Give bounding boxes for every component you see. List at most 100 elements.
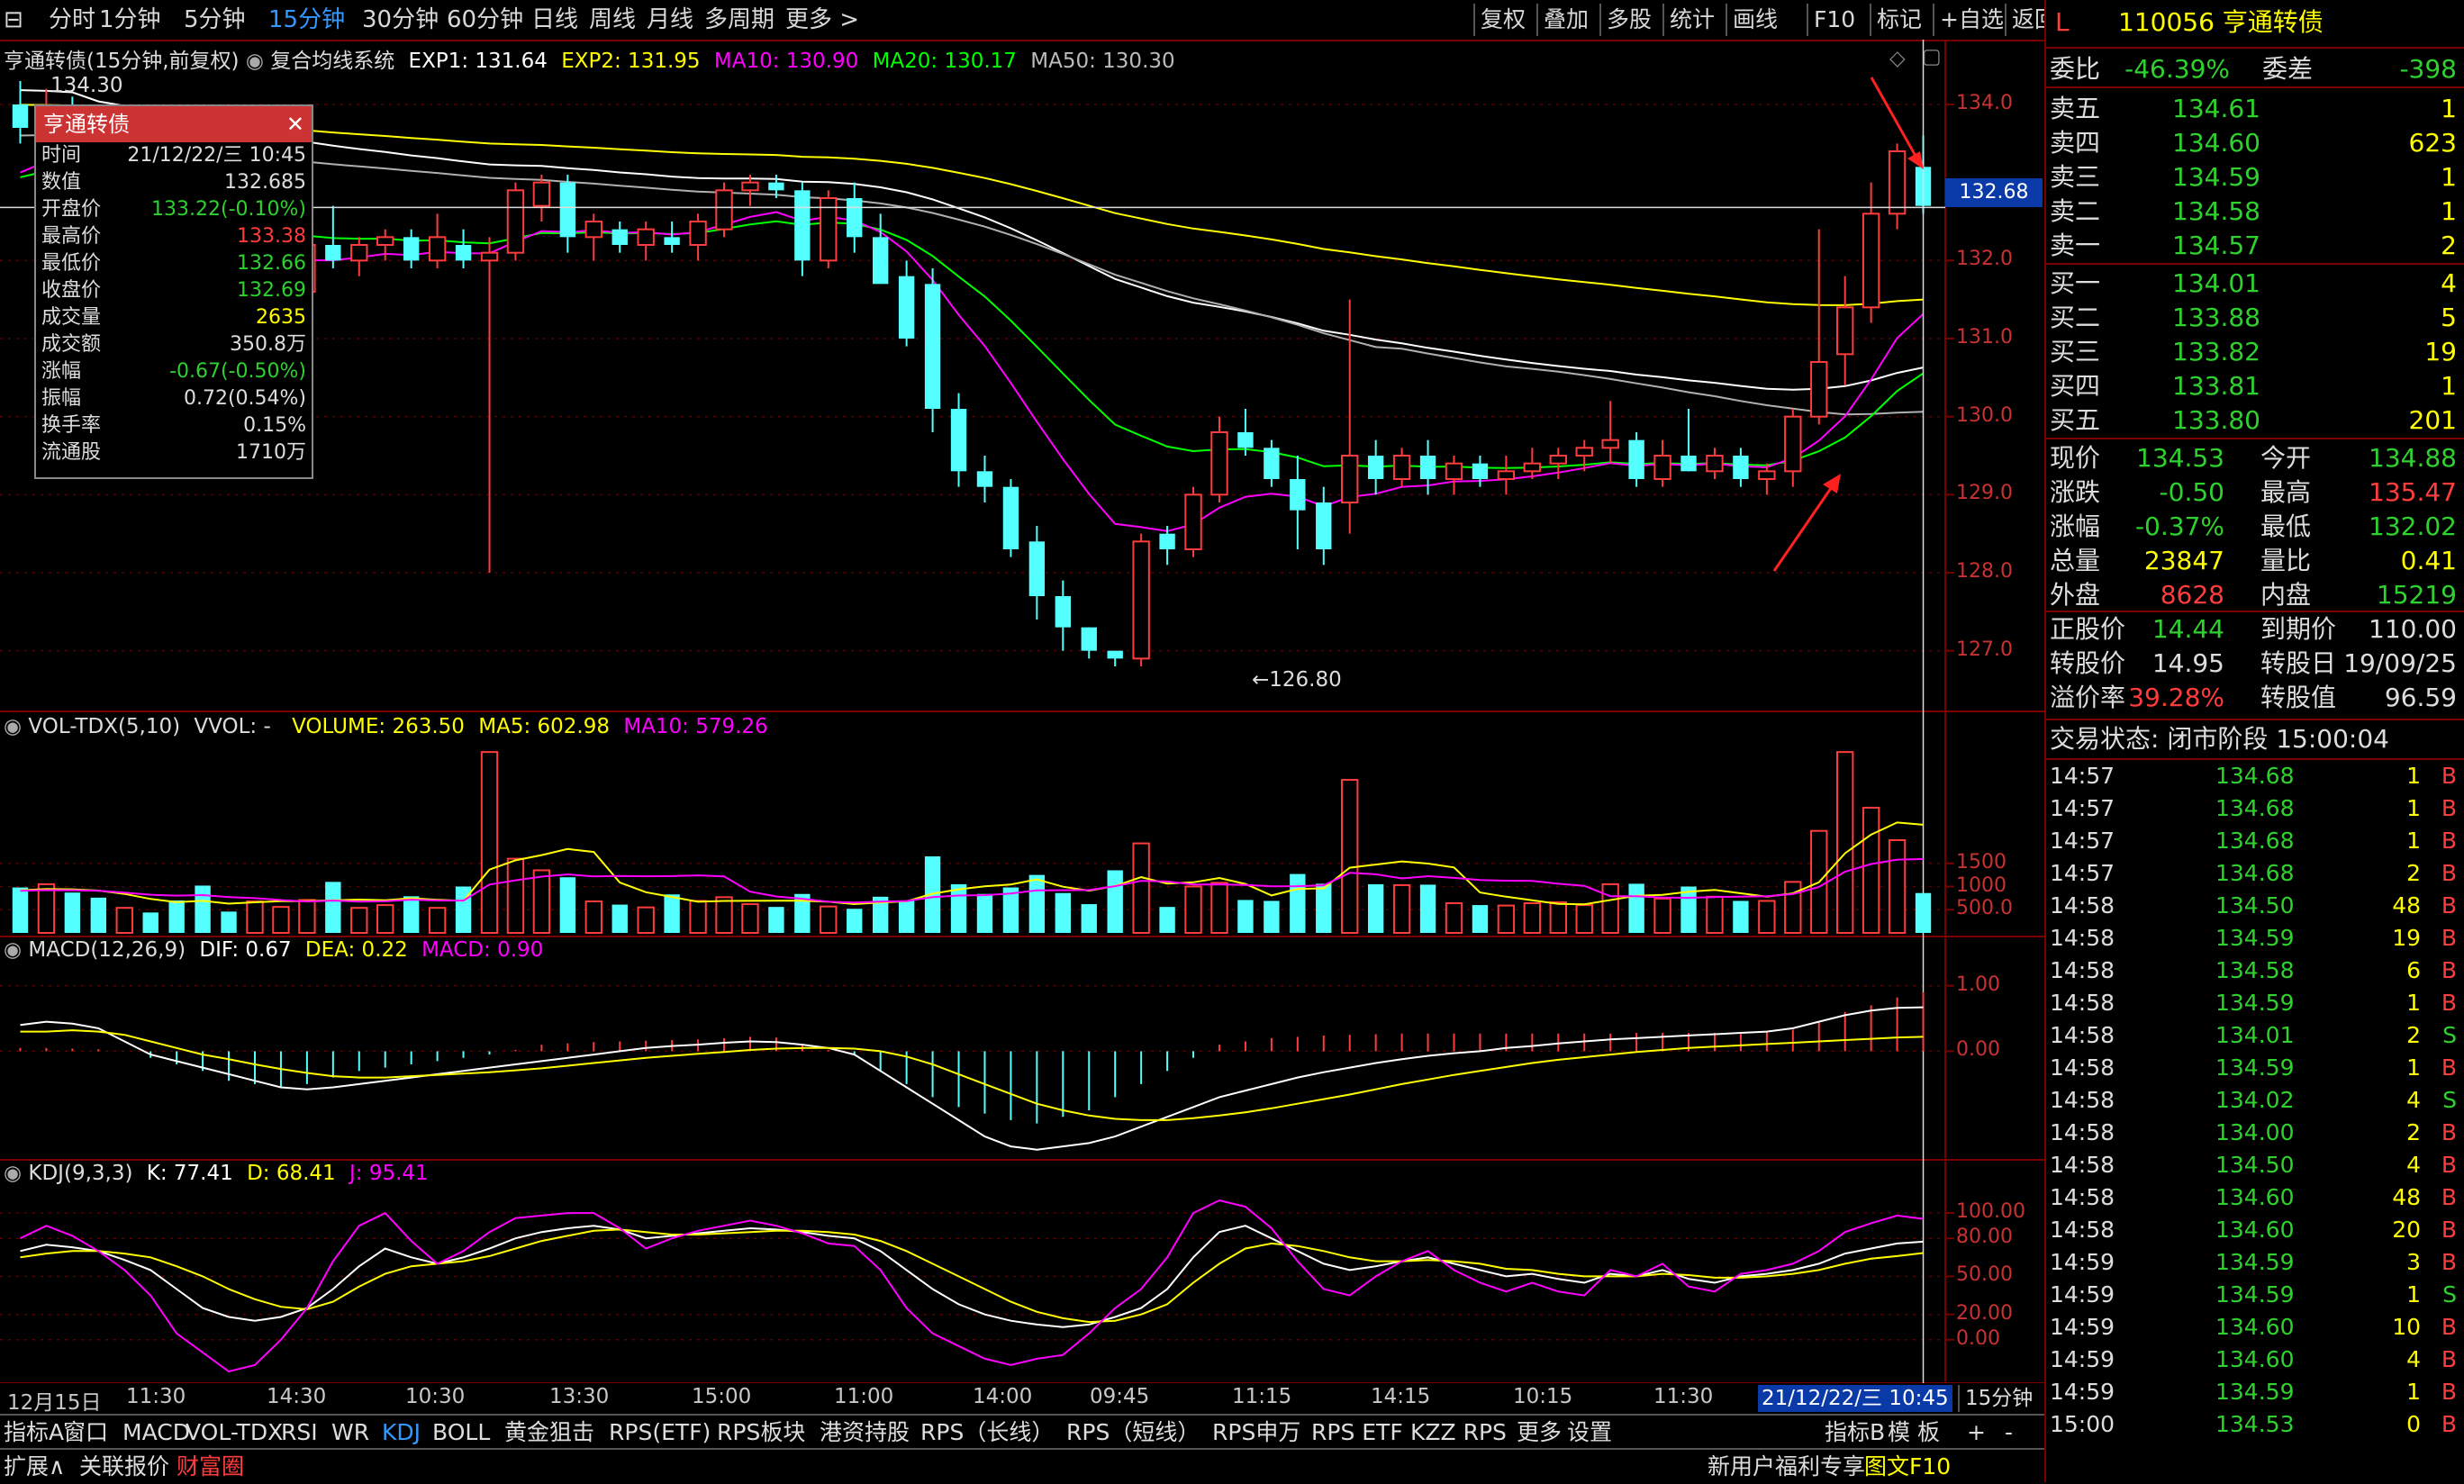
bid-row[interactable]: 买二 133.88 5 (2046, 301, 2464, 335)
tool-button-0[interactable]: 复权 (1473, 4, 1531, 36)
tick-row[interactable]: 14:58 134.01 2 S (2046, 1019, 2464, 1052)
window-toggle-icon[interactable]: ▢ (1922, 45, 1942, 68)
indicator-name[interactable]: 复合均线系统 (270, 50, 394, 73)
indicator-tab-18[interactable]: 设置 (1567, 1416, 1612, 1450)
period-tab-1[interactable]: 1分钟 (99, 0, 161, 40)
macd-name[interactable]: MACD(12,26,9) (28, 938, 186, 962)
period-tab-2[interactable]: 5分钟 (184, 0, 246, 40)
period-tab-9[interactable]: 多周期 (704, 0, 775, 40)
collapse-icon[interactable]: ◉ (4, 938, 28, 962)
tool-button-2[interactable]: 多股 (1599, 4, 1657, 36)
bid-row[interactable]: 买五 133.80 201 (2046, 403, 2464, 438)
indicator-tab-11[interactable]: 港资持股 (820, 1416, 910, 1450)
period-tab-0[interactable]: 分时 (49, 0, 95, 40)
tick-row[interactable]: 14:58 134.60 20 B (2046, 1214, 2464, 1246)
indicator-tab-1[interactable]: 窗口 (63, 1416, 108, 1450)
collapse-icon[interactable]: ◉ (246, 50, 270, 73)
bottom-right-button-3[interactable]: - (2005, 1416, 2013, 1450)
indicator-tab-14[interactable]: RPS申万 (1212, 1416, 1300, 1450)
tool-button-3[interactable]: 统计 (1662, 4, 1720, 36)
tick-row[interactable]: 14:59 134.59 1 S (2046, 1279, 2464, 1311)
period-tab-6[interactable]: 日线 (531, 0, 578, 40)
ask-row[interactable]: 卖一 134.57 2 (2046, 229, 2464, 263)
tool-button-6[interactable]: 标记 (1870, 4, 1927, 36)
tool-button-5[interactable]: F10 (1807, 4, 1861, 36)
indicator-tab-8[interactable]: 黄金狙击 (504, 1416, 594, 1450)
indicator-tab-6[interactable]: KDJ (382, 1416, 421, 1450)
bottom-right-button-1[interactable]: 模 板 (1888, 1416, 1940, 1450)
tick-row[interactable]: 14:59 134.60 4 B (2046, 1344, 2464, 1376)
tick-row[interactable]: 14:59 134.59 3 B (2046, 1246, 2464, 1279)
status-left-item-0[interactable]: 扩展∧ (4, 1450, 65, 1484)
tick-volume: 1 (2406, 1379, 2421, 1405)
x-axis-label: 10:15 (1513, 1385, 1573, 1408)
candle-body (1237, 432, 1254, 448)
ask-row[interactable]: 卖四 134.60 623 (2046, 126, 2464, 160)
tick-row[interactable]: 14:59 134.59 1 B (2046, 1376, 2464, 1408)
bid-row[interactable]: 买四 133.81 1 (2046, 369, 2464, 403)
close-icon[interactable]: ✕ (286, 106, 304, 142)
tool-button-7[interactable]: +自选 (1933, 4, 2009, 36)
indicator-tab-9[interactable]: RPS(ETF) (609, 1416, 711, 1450)
ask-row[interactable]: 卖五 134.61 1 (2046, 92, 2464, 126)
indicator-tab-13[interactable]: RPS（短线） (1066, 1416, 1200, 1450)
ask-row[interactable]: 卖三 134.59 1 (2046, 160, 2464, 195)
tick-row[interactable]: 14:57 134.68 1 B (2046, 760, 2464, 792)
security-code-name[interactable]: 110056 亨通转债 (2118, 5, 2324, 40)
tick-row[interactable]: 14:58 134.50 48 B (2046, 890, 2464, 922)
status-mid-item-0[interactable]: 新用户福利专享 (1708, 1450, 1865, 1484)
bid-row[interactable]: 买三 133.82 19 (2046, 335, 2464, 369)
tick-row[interactable]: 15:00 134.53 0 B (2046, 1408, 2464, 1441)
indicator-tab-5[interactable]: WR (331, 1416, 369, 1450)
period-tab-7[interactable]: 周线 (589, 0, 636, 40)
tick-row[interactable]: 14:58 134.59 1 B (2046, 987, 2464, 1019)
volume-bar (689, 900, 707, 935)
bottom-right-button-0[interactable]: 指标B (1825, 1416, 1885, 1450)
period-tab-5[interactable]: 60分钟 (447, 0, 523, 40)
indicator-tab-7[interactable]: BOLL (432, 1416, 490, 1450)
tick-row[interactable]: 14:58 134.02 4 S (2046, 1084, 2464, 1117)
status-left-item-2[interactable]: 财富圈 (177, 1450, 244, 1484)
collapse-icon[interactable]: ◉ (4, 1162, 28, 1185)
tick-row[interactable]: 14:57 134.68 2 B (2046, 857, 2464, 890)
tool-button-1[interactable]: 叠加 (1536, 4, 1594, 36)
tick-row[interactable]: 14:59 134.60 10 B (2046, 1311, 2464, 1344)
indicator-tab-15[interactable]: RPS ETF (1311, 1416, 1403, 1450)
status-mid-item-1[interactable]: 图文F10 (1864, 1450, 1951, 1484)
tick-price: 134.59 (2215, 1054, 2295, 1081)
ask-row[interactable]: 卖二 134.58 1 (2046, 195, 2464, 229)
vol-name[interactable]: VOL-TDX(5,10) (28, 715, 180, 738)
status-left-item-1[interactable]: 关联报价 (79, 1450, 169, 1484)
indicator-tab-0[interactable]: 指标A (4, 1416, 64, 1450)
indicator-tab-2[interactable]: MACD (122, 1416, 190, 1450)
tick-row[interactable]: 14:58 134.59 19 B (2046, 922, 2464, 955)
indicator-tab-16[interactable]: KZZ RPS (1410, 1416, 1507, 1450)
tick-row[interactable]: 14:57 134.68 1 B (2046, 825, 2464, 857)
tick-row[interactable]: 14:57 134.68 1 B (2046, 792, 2464, 825)
tool-button-4[interactable]: 画线 (1726, 4, 1783, 36)
indicator-tab-10[interactable]: RPS板块 (717, 1416, 805, 1450)
period-tab-10[interactable]: 更多 > (785, 0, 859, 40)
tick-row[interactable]: 14:58 134.00 2 B (2046, 1117, 2464, 1149)
menu-icon[interactable]: ⊟ (4, 0, 31, 40)
tick-row[interactable]: 14:58 134.59 1 B (2046, 1052, 2464, 1084)
period-tab-4[interactable]: 30分钟 (362, 0, 439, 40)
period-tab-8[interactable]: 月线 (647, 0, 693, 40)
tick-time: 14:57 (2050, 763, 2115, 789)
period-selector[interactable]: 15分钟 (1958, 1385, 2033, 1412)
indicator-tab-12[interactable]: RPS（长线） (920, 1416, 1054, 1450)
kdj-name[interactable]: KDJ(9,3,3) (28, 1162, 132, 1185)
indicator-tab-3[interactable]: VOL-TDX (186, 1416, 283, 1450)
collapse-icon[interactable]: ◉ (4, 715, 28, 738)
tick-row[interactable]: 14:58 134.58 6 B (2046, 955, 2464, 987)
bottom-right-button-2[interactable]: + (1967, 1416, 1986, 1450)
indicator-tab-4[interactable]: RSI (281, 1416, 318, 1450)
bid-row[interactable]: 买一 134.01 4 (2046, 267, 2464, 301)
diamond-icon[interactable]: ◇ (1889, 47, 1906, 70)
period-tab-3[interactable]: 15分钟 (268, 0, 345, 40)
tick-row[interactable]: 14:58 134.60 48 B (2046, 1181, 2464, 1214)
indicator-tab-17[interactable]: 更多 (1517, 1416, 1562, 1450)
popup-title-bar[interactable]: 亨通转债 ✕ (36, 106, 312, 142)
bar-info-window[interactable]: 亨通转债 ✕ 时间 21/12/22/三 10:45 数值 132.685 开盘价 133… (34, 104, 313, 479)
tick-row[interactable]: 14:58 134.50 4 B (2046, 1149, 2464, 1181)
